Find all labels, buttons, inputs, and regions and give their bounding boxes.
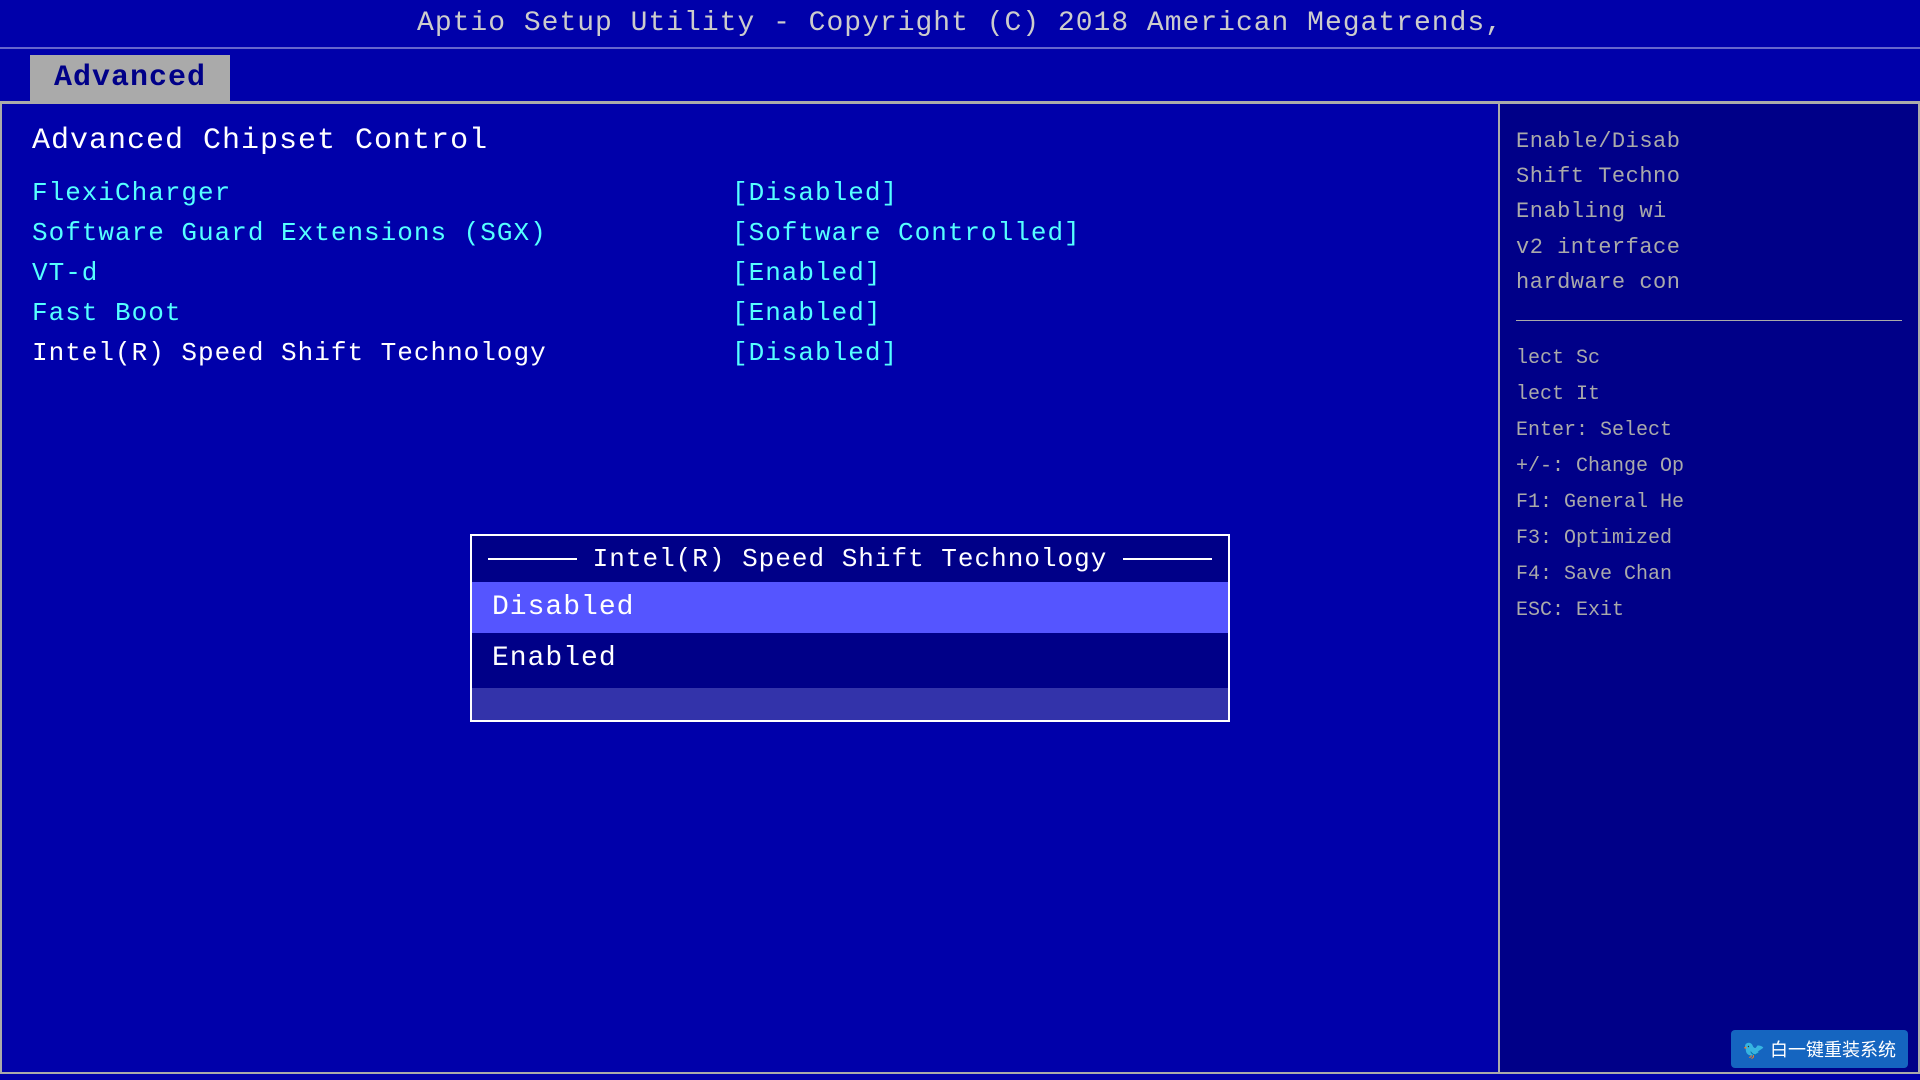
popup-title-text: Intel(R) Speed Shift Technology (577, 544, 1124, 574)
label-flexicharger: FlexiCharger (32, 178, 732, 208)
key-help-f4: F4: Save Chan (1516, 563, 1672, 586)
desc-line-1: Shift Techno (1516, 164, 1680, 189)
watermark: 🐦 白一键重装系统 (1731, 1030, 1908, 1068)
label-vtd: VT-d (32, 258, 732, 288)
title-bar: Aptio Setup Utility - Copyright (C) 2018… (0, 0, 1920, 49)
popup-title-line-right (1123, 558, 1212, 560)
tab-bar: Advanced (0, 49, 1920, 104)
desc-line-2: Enabling wi (1516, 199, 1667, 224)
value-sgx: [Software Controlled] (732, 218, 1081, 248)
key-help-1: lect It (1516, 383, 1600, 406)
right-panel: Enable/Disab Shift Techno Enabling wi v2… (1500, 104, 1920, 1074)
popup-title-bar: Intel(R) Speed Shift Technology (472, 536, 1228, 582)
popup-dialog: Intel(R) Speed Shift Technology Disabled… (470, 534, 1230, 722)
popup-bottom-bar (472, 688, 1228, 720)
main-area: Advanced Chipset Control FlexiCharger [D… (0, 104, 1920, 1074)
setting-row-fastboot[interactable]: Fast Boot [Enabled] (32, 298, 1468, 328)
key-help-f1: F1: General He (1516, 491, 1684, 514)
value-vtd: [Enabled] (732, 258, 881, 288)
setting-row-speedshift[interactable]: Intel(R) Speed Shift Technology [Disable… (32, 338, 1468, 368)
key-help-section: lect Sc lect It Enter: Select +/-: Chang… (1516, 341, 1902, 629)
section-header: Advanced Chipset Control (32, 124, 1468, 158)
setting-row-vtd[interactable]: VT-d [Enabled] (32, 258, 1468, 288)
key-help-f3: F3: Optimized (1516, 527, 1672, 550)
value-fastboot: [Enabled] (732, 298, 881, 328)
tab-advanced[interactable]: Advanced (30, 55, 230, 101)
label-fastboot: Fast Boot (32, 298, 732, 328)
title-text: Aptio Setup Utility - Copyright (C) 2018… (417, 8, 1503, 39)
popup-option-disabled[interactable]: Disabled (472, 582, 1228, 633)
desc-line-4: hardware con (1516, 270, 1680, 295)
value-speedshift: [Disabled] (732, 338, 898, 368)
setting-row-flexicharger[interactable]: FlexiCharger [Disabled] (32, 178, 1468, 208)
content-panel: Advanced Chipset Control FlexiCharger [D… (0, 104, 1500, 1074)
watermark-text: 白一键重装系统 (1770, 1040, 1896, 1060)
label-speedshift: Intel(R) Speed Shift Technology (32, 338, 732, 368)
right-divider-top (1516, 320, 1902, 321)
label-sgx: Software Guard Extensions (SGX) (32, 218, 732, 248)
desc-line-3: v2 interface (1516, 235, 1680, 260)
right-panel-description: Enable/Disab Shift Techno Enabling wi v2… (1516, 124, 1902, 300)
desc-line-0: Enable/Disab (1516, 129, 1680, 154)
key-help-enter: Enter: Select (1516, 419, 1672, 442)
key-help-0: lect Sc (1516, 347, 1600, 370)
setting-row-sgx[interactable]: Software Guard Extensions (SGX) [Softwar… (32, 218, 1468, 248)
popup-option-enabled[interactable]: Enabled (472, 633, 1228, 684)
popup-title-line-left (488, 558, 577, 560)
key-help-change: +/-: Change Op (1516, 455, 1684, 478)
popup-overlay: Intel(R) Speed Shift Technology Disabled… (2, 104, 1498, 1072)
watermark-icon: 🐦 (1743, 1040, 1765, 1060)
key-help-esc: ESC: Exit (1516, 599, 1624, 622)
value-flexicharger: [Disabled] (732, 178, 898, 208)
